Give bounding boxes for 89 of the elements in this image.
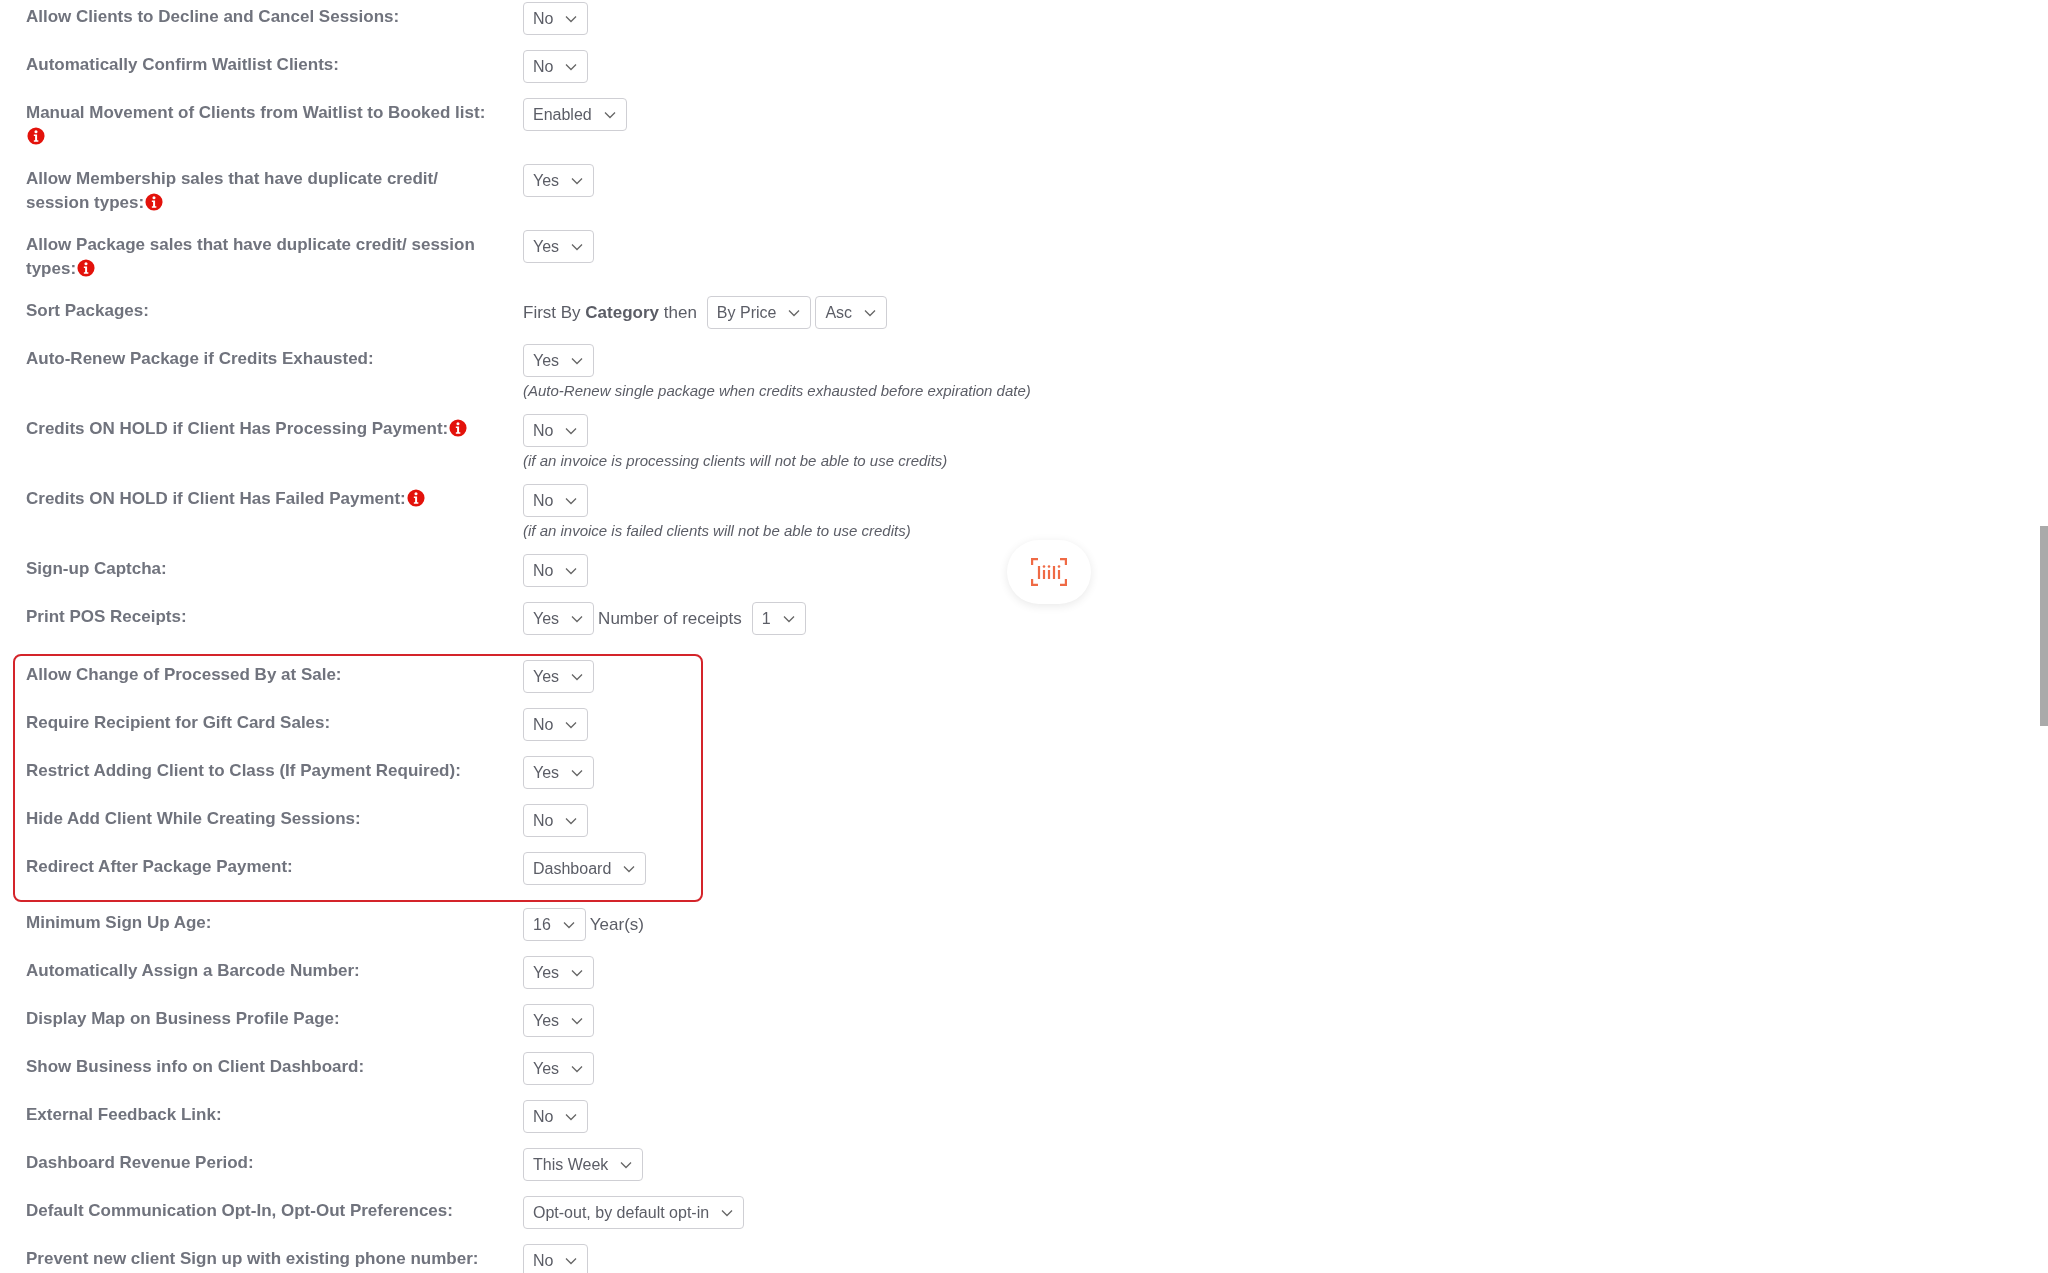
- chevron-icon: [782, 614, 795, 623]
- select-dropdown[interactable]: Yes: [523, 230, 595, 263]
- chevron-icon: [571, 614, 584, 623]
- setting-label: Show Business info on Client Dashboard:: [25, 1056, 366, 1078]
- select-dropdown[interactable]: No: [523, 708, 589, 741]
- chevron-icon: [565, 1112, 578, 1121]
- setting-label: Default Communication Opt-In, Opt-Out Preferences:: [25, 1200, 454, 1222]
- chevron-icon: [571, 176, 584, 185]
- select-dropdown[interactable]: 16: [523, 908, 586, 941]
- setting-label: Print POS Receipts:: [25, 606, 188, 628]
- setting-label: Prevent new client Sign up with existing phone number:: [25, 1248, 480, 1270]
- chevron-icon: [864, 308, 877, 317]
- chevron-icon: [603, 110, 616, 119]
- setting-label: Allow Package sales that have duplicate credit/ session types:: [25, 234, 476, 280]
- setting-label: Manual Movement of Clients from Waitlist to Booked list:: [15, 98, 523, 149]
- chevron-icon: [565, 566, 578, 575]
- chevron-icon: [571, 356, 584, 365]
- select-dropdown[interactable]: Yes: [523, 602, 595, 635]
- setting-label: Display Map on Business Profile Page:: [25, 1008, 341, 1030]
- setting-label: Restrict Adding Client to Class (If Payment Required):: [25, 760, 462, 782]
- setting-label: Allow Change of Processed By at Sale:: [25, 664, 343, 686]
- select-dropdown[interactable]: No: [523, 1100, 589, 1133]
- chevron-icon: [571, 242, 584, 251]
- chevron-icon: [623, 864, 636, 873]
- info-icon[interactable]: [77, 259, 96, 277]
- help-note: (if an invoice is processing clients will not be able to use credits): [523, 452, 948, 469]
- setting-label: Sort Packages:: [25, 300, 150, 322]
- help-note: (Auto-Renew single package when credits exhausted before expiration date): [523, 382, 1031, 399]
- select-dropdown[interactable]: Enabled: [523, 98, 627, 131]
- setting-label: Credits ON HOLD if Client Has Processing Payment:: [15, 414, 523, 469]
- select-dropdown[interactable]: No: [523, 2, 589, 35]
- setting-label: Allow Membership sales that have duplicate credit/ session types:: [25, 168, 439, 214]
- chevron-icon: [571, 1016, 584, 1025]
- select-dropdown[interactable]: Yes: [523, 956, 595, 989]
- setting-label: Automatically Confirm Waitlist Clients:: [25, 54, 340, 76]
- setting-label: Allow Clients to Decline and Cancel Sessions:: [25, 6, 401, 28]
- help-note: (if an invoice is failed clients will not be able to use credits): [523, 522, 911, 539]
- inline-text: Year(s): [589, 914, 644, 935]
- chevron-icon: [565, 496, 578, 505]
- select-dropdown[interactable]: No: [523, 554, 589, 587]
- chevron-icon: [721, 1208, 734, 1217]
- setting-label: Credits ON HOLD if Client Has Failed Payment:: [15, 484, 523, 539]
- chevron-icon: [788, 308, 801, 317]
- setting-label: Require Recipient for Gift Card Sales:: [25, 712, 332, 734]
- setting-label: Automatically Assign a Barcode Number:: [25, 960, 361, 982]
- chevron-icon: [571, 1064, 584, 1073]
- select-dropdown[interactable]: No: [523, 50, 589, 83]
- select-dropdown[interactable]: Yes: [523, 1004, 595, 1037]
- chevron-icon: [562, 920, 575, 929]
- select-dropdown[interactable]: Dashboard: [523, 852, 647, 885]
- chevron-icon: [565, 62, 578, 71]
- select-dropdown[interactable]: Yes: [523, 344, 595, 377]
- info-icon[interactable]: [406, 489, 425, 507]
- select-dropdown[interactable]: By Price: [706, 296, 812, 329]
- setting-label: Auto-Renew Package if Credits Exhausted:: [25, 348, 375, 370]
- info-icon[interactable]: [27, 127, 45, 145]
- select-dropdown[interactable]: Yes: [523, 164, 595, 197]
- scrollbar-thumb[interactable]: [2040, 526, 2048, 726]
- select-dropdown[interactable]: 1: [751, 602, 806, 635]
- setting-label: External Feedback Link:: [25, 1104, 223, 1126]
- info-icon[interactable]: [145, 193, 164, 211]
- chevron-icon: [620, 1160, 633, 1169]
- chevron-icon: [571, 768, 584, 777]
- select-dropdown[interactable]: Yes: [523, 756, 595, 789]
- chevron-icon: [565, 426, 578, 435]
- inline-text: First By Category then: [523, 302, 697, 323]
- chevron-icon: [571, 968, 584, 977]
- setting-label: Sign-up Captcha:: [25, 558, 168, 580]
- select-dropdown[interactable]: Yes: [523, 1052, 595, 1085]
- select-dropdown[interactable]: Asc: [815, 296, 888, 329]
- select-dropdown[interactable]: No: [523, 1244, 589, 1273]
- chevron-icon: [565, 816, 578, 825]
- select-dropdown[interactable]: Opt-out, by default opt-in: [523, 1196, 745, 1229]
- select-dropdown[interactable]: Yes: [523, 660, 595, 693]
- select-dropdown[interactable]: No: [523, 484, 589, 517]
- setting-label: Dashboard Revenue Period:: [25, 1152, 255, 1174]
- setting-label: Redirect After Package Payment:: [25, 856, 294, 878]
- setting-label: Minimum Sign Up Age:: [25, 912, 213, 934]
- barcode-icon: [1031, 558, 1067, 586]
- chevron-icon: [565, 14, 578, 23]
- chevron-icon: [565, 720, 578, 729]
- info-icon[interactable]: [449, 419, 468, 437]
- select-dropdown[interactable]: No: [523, 414, 589, 447]
- chevron-icon: [565, 1256, 578, 1265]
- select-dropdown[interactable]: No: [523, 804, 589, 837]
- chevron-icon: [571, 672, 584, 681]
- select-dropdown[interactable]: This Week: [523, 1148, 644, 1181]
- setting-label: Hide Add Client While Creating Sessions:: [25, 808, 362, 830]
- inline-text: Number of receipts: [598, 608, 742, 629]
